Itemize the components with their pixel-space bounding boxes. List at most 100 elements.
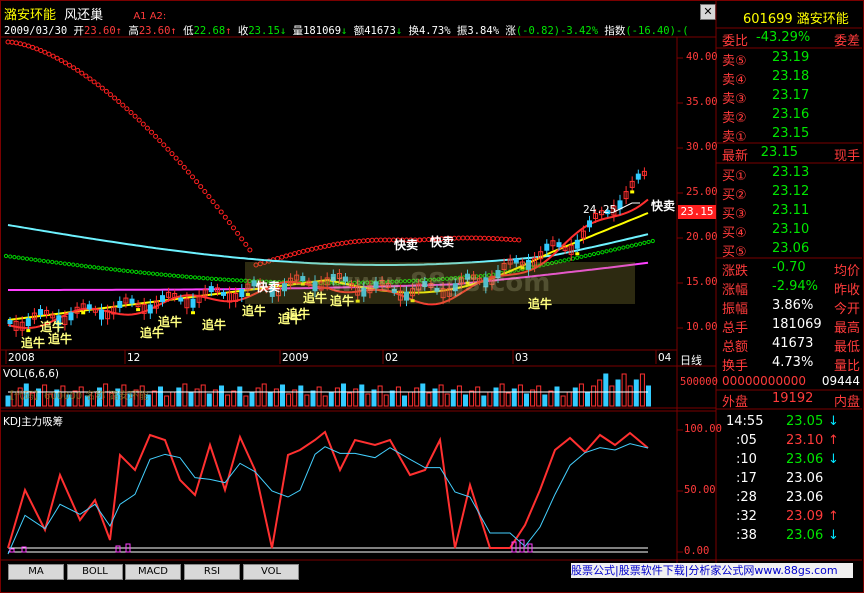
- stop-dot: [456, 235, 462, 241]
- volume-bar: [493, 387, 499, 407]
- signal-chase-label: 追牛: [528, 297, 553, 311]
- green-dot: [167, 273, 172, 278]
- green-dot: [142, 270, 147, 275]
- green-dot: [222, 277, 227, 282]
- candle-down: [544, 243, 550, 251]
- candle-signal-marker: [630, 190, 635, 194]
- candle-down: [574, 239, 580, 249]
- stop-dot: [21, 42, 27, 48]
- stop-dot: [67, 62, 72, 68]
- date-tick-label: 2008: [8, 352, 35, 364]
- green-dot: [197, 275, 202, 280]
- green-dot: [575, 255, 580, 260]
- stop-dot: [50, 53, 56, 59]
- green-dot: [604, 249, 609, 254]
- green-dot: [12, 255, 17, 260]
- stop-dot: [124, 106, 130, 112]
- green-dot: [650, 238, 655, 244]
- stop-dot: [169, 151, 175, 157]
- signal-chase-label: 追牛: [21, 336, 46, 350]
- stop-dot: [190, 174, 195, 180]
- price-tick-label: 35.00: [686, 96, 718, 108]
- signal-sell-label: 快卖: [256, 280, 281, 294]
- stop-dot: [149, 129, 154, 135]
- stop-dot: [473, 235, 479, 241]
- green-dot: [570, 256, 576, 261]
- green-dot: [642, 240, 647, 245]
- candle-down: [208, 286, 214, 293]
- stop-dot: [322, 243, 328, 249]
- green-dot: [180, 274, 185, 279]
- stop-dot: [382, 237, 388, 243]
- stop-dot: [34, 46, 40, 52]
- stop-dot: [210, 199, 216, 205]
- green-dot: [146, 271, 151, 276]
- stop-dot: [361, 238, 366, 244]
- date-tick-label: 12: [127, 352, 141, 364]
- volume-bar: [639, 373, 645, 407]
- signal-chase-label: 追牛: [286, 307, 311, 321]
- stop-dot: [305, 247, 311, 253]
- stop-dot: [42, 49, 48, 55]
- stop-dot: [235, 230, 241, 236]
- stop-dot: [477, 235, 483, 241]
- stop-dot: [326, 243, 332, 249]
- stop-dot: [373, 237, 379, 243]
- tab-vol[interactable]: VOL: [243, 564, 299, 580]
- volume-bar: [310, 390, 316, 407]
- green-dot: [108, 267, 114, 272]
- period-label[interactable]: 日线: [680, 352, 702, 368]
- volume-bar: [481, 395, 487, 407]
- stop-dot: [91, 79, 97, 85]
- vol-panel-title[interactable]: VOL(6,6,6): [3, 368, 59, 380]
- stop-dot: [494, 236, 500, 242]
- green-dot: [171, 273, 177, 278]
- volume-bar: [627, 385, 633, 407]
- volume-bar: [420, 383, 426, 407]
- volume-bar: [286, 393, 292, 407]
- volume-bar: [542, 394, 548, 407]
- signal-chase-label: 追牛: [158, 315, 183, 329]
- green-dot: [608, 248, 613, 253]
- tab-macd[interactable]: MACD: [125, 564, 181, 580]
- volume-bar: [365, 393, 371, 407]
- stop-dot: [173, 155, 179, 161]
- kdj-tick-label: 50.00: [684, 484, 716, 496]
- green-dot: [230, 277, 235, 283]
- tab-boll[interactable]: BOLL: [67, 564, 123, 580]
- volume-bar: [603, 373, 609, 407]
- green-dot: [629, 243, 634, 248]
- kdj-lines: [7, 430, 649, 555]
- volume-bar: [255, 387, 261, 407]
- stop-dot: [469, 235, 475, 241]
- stop-dot: [13, 40, 19, 46]
- green-dot: [163, 272, 168, 277]
- stop-dot: [17, 41, 23, 47]
- stop-dot: [318, 244, 323, 250]
- signal-chase-label: 追牛: [40, 320, 65, 334]
- volume-bar: [188, 392, 194, 407]
- kdj-panel-title[interactable]: KDJ主力吸筹: [3, 414, 63, 429]
- volume-bar: [164, 395, 170, 407]
- volume-bar: [554, 386, 560, 407]
- candle-down: [239, 289, 245, 298]
- tab-ma[interactable]: MA: [8, 564, 64, 580]
- tab-rsi[interactable]: RSI: [184, 564, 240, 580]
- green-dot: [129, 269, 135, 274]
- stop-dot: [499, 236, 505, 242]
- stop-dot: [144, 125, 150, 131]
- green-dot: [24, 256, 30, 261]
- stop-dot: [198, 184, 204, 190]
- volume-bar: [560, 395, 566, 407]
- volume-bar: [219, 385, 224, 407]
- volume-bar: [347, 392, 353, 407]
- green-dot: [50, 259, 55, 265]
- volume-bar: [621, 373, 627, 407]
- stop-dot: [287, 252, 293, 258]
- signal-chase-label: 追牛: [242, 304, 267, 318]
- green-dot: [134, 269, 139, 275]
- volume-bar: [328, 391, 334, 407]
- volume-bar: [249, 391, 255, 407]
- stop-dot: [62, 60, 68, 66]
- candle-down: [129, 298, 135, 304]
